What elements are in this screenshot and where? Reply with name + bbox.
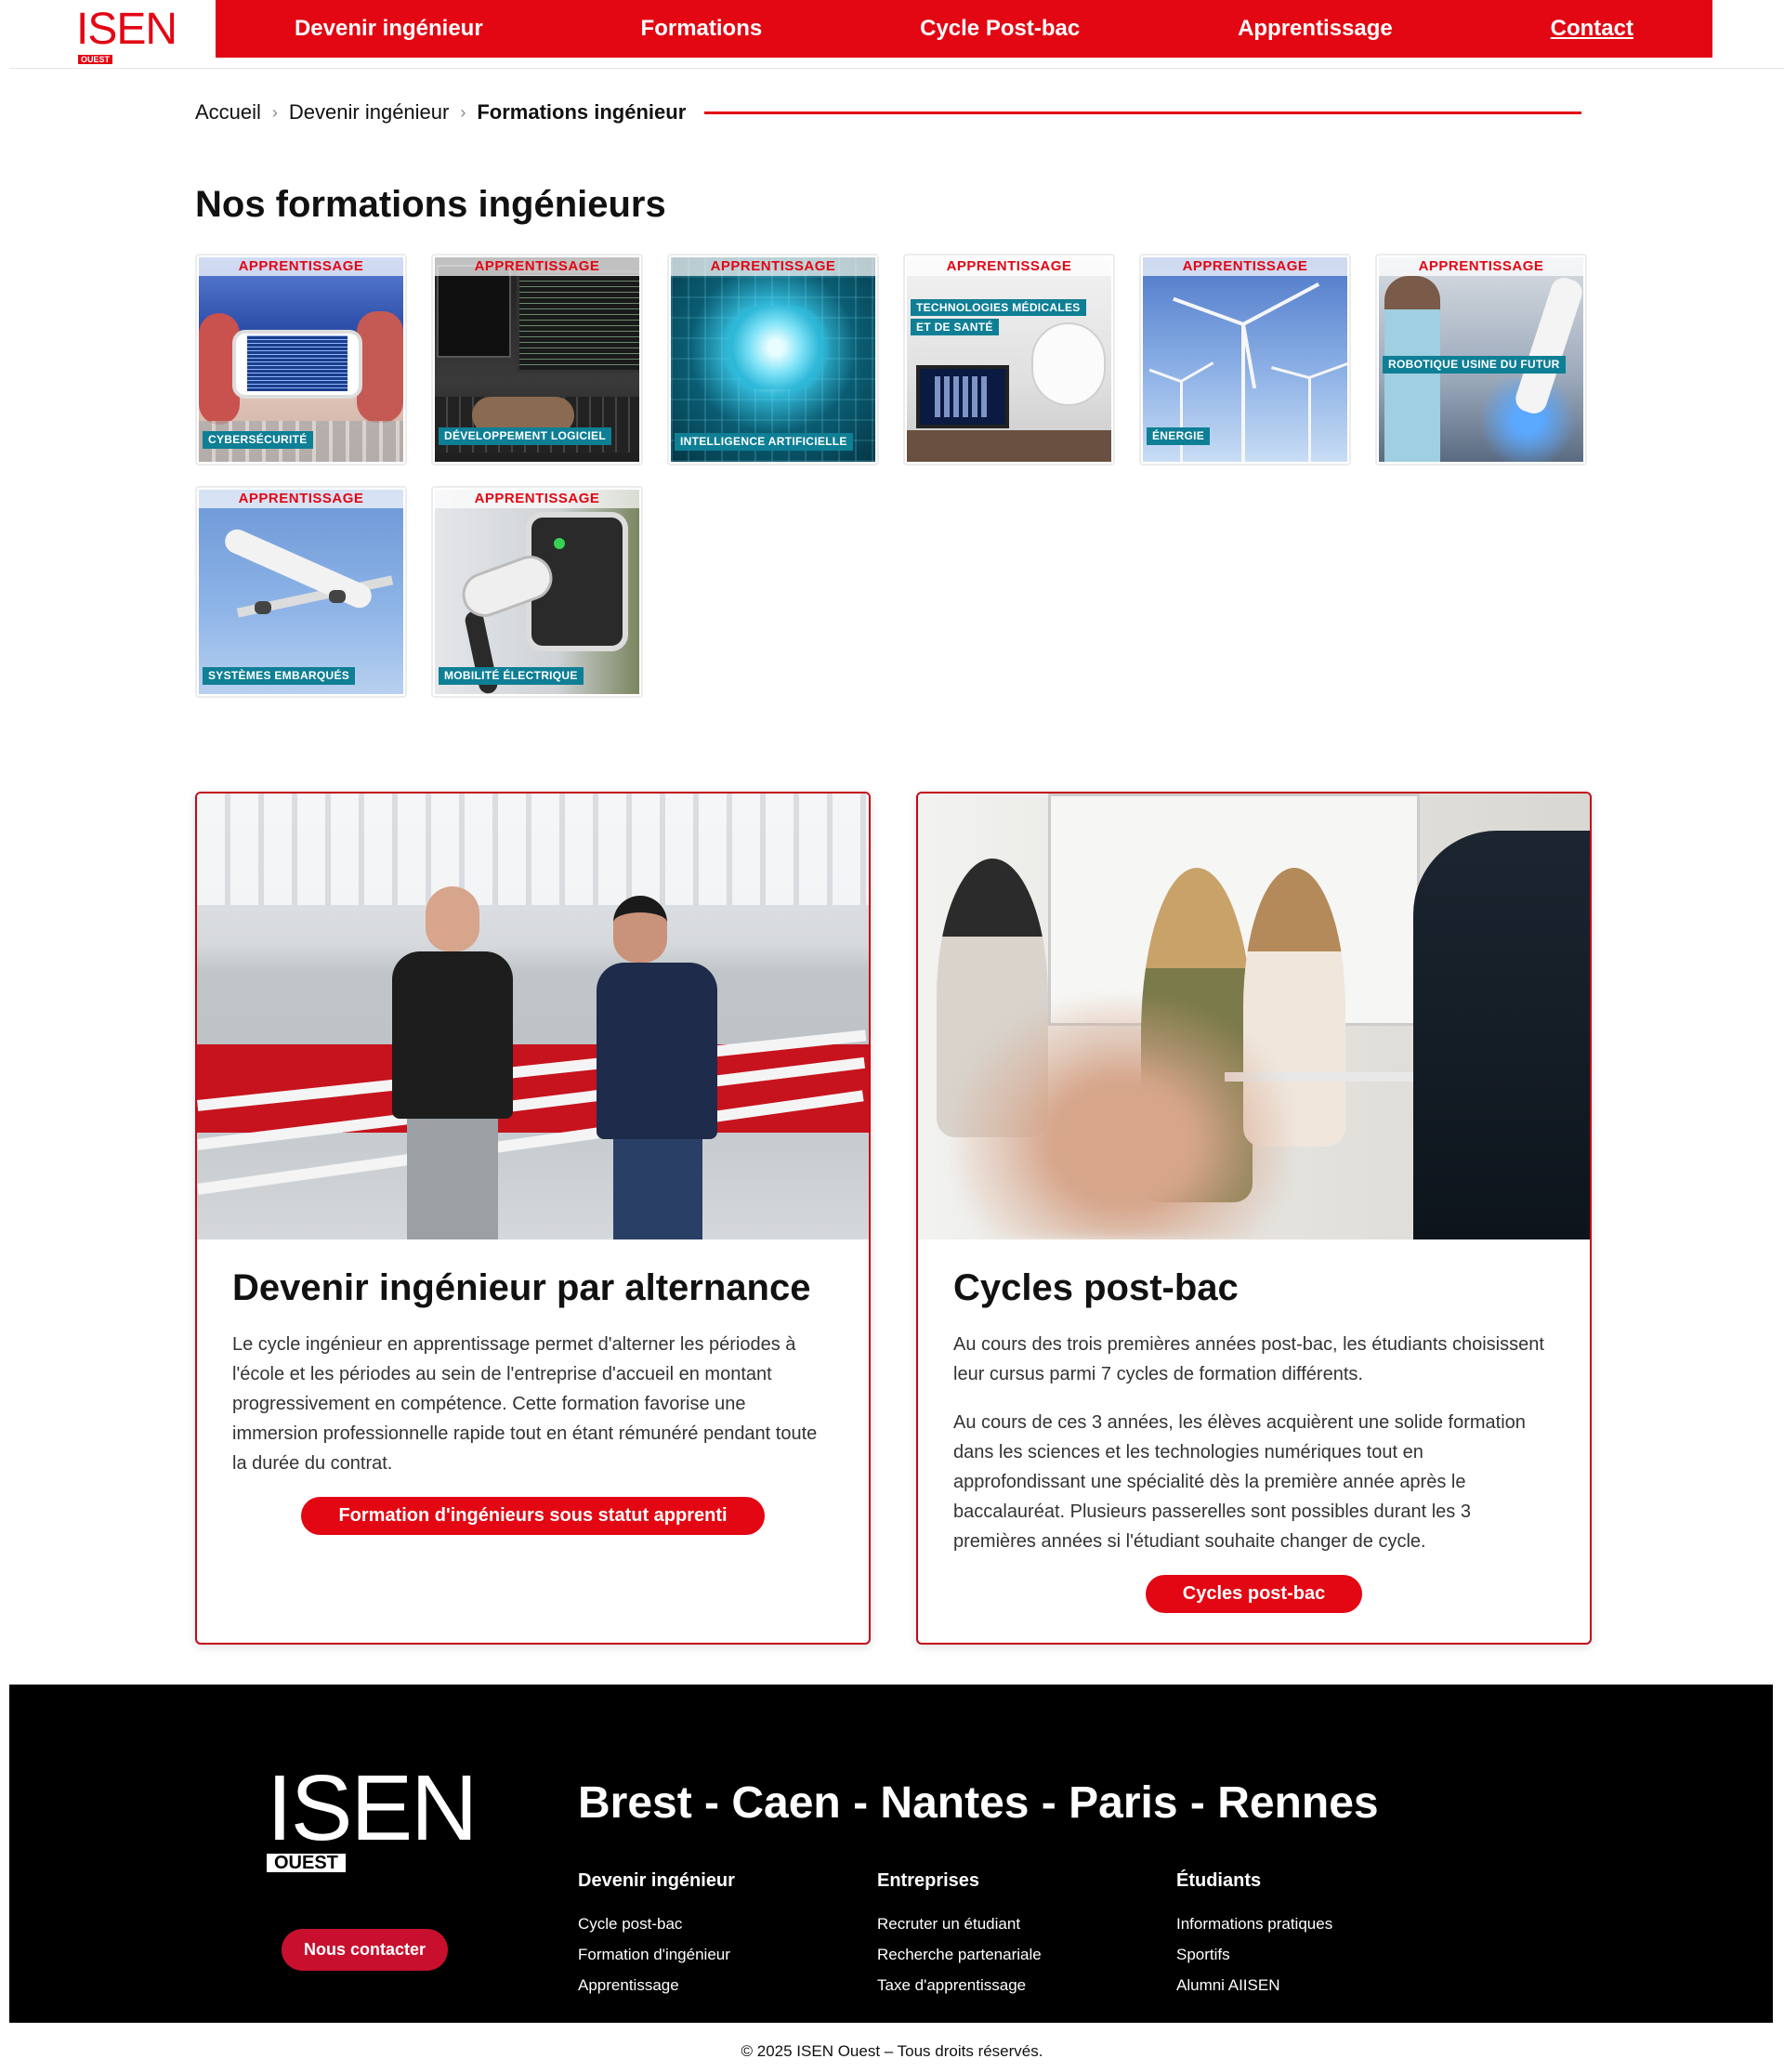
- tile-tag: APPRENTISSAGE: [435, 257, 639, 276]
- tile-tag: APPRENTISSAGE: [199, 257, 403, 276]
- tile-label: ÉNERGIE: [1147, 427, 1211, 445]
- tile-developpement-logiciel[interactable]: APPRENTISSAGE DÉVELOPPEMENT LOGICIEL: [431, 254, 643, 466]
- footer-link[interactable]: Cycle post-bac: [578, 1908, 735, 1939]
- footer-link[interactable]: Recruter un étudiant: [877, 1908, 1042, 1939]
- footer-column-title: Étudiants: [1176, 1870, 1262, 1891]
- breadcrumb-devenir-ingenieur[interactable]: Devenir ingénieur: [289, 100, 449, 125]
- medical-scanner-image: APPRENTISSAGE TECHNOLOGIES MÉDICALES ET …: [907, 257, 1111, 462]
- wind-turbines-image: APPRENTISSAGE ÉNERGIE: [1143, 257, 1347, 462]
- footer-column-title: Entreprises: [877, 1870, 980, 1891]
- footer-column-devenir-ingenieur: Devenir ingénieur Cycle post-bac Formati…: [578, 1870, 735, 2000]
- footer-link[interactable]: Formation d'ingénieur: [578, 1939, 735, 1970]
- tile-tag: APPRENTISSAGE: [435, 490, 639, 508]
- footer-logo-subtext: OUEST: [267, 1854, 346, 1872]
- developer-workstation-image: APPRENTISSAGE DÉVELOPPEMENT LOGICIEL: [435, 257, 639, 462]
- tile-robotique[interactable]: APPRENTISSAGE ROBOTIQUE USINE DU FUTUR: [1375, 254, 1587, 466]
- tile-technologies-medicales[interactable]: APPRENTISSAGE TECHNOLOGIES MÉDICALES ET …: [903, 254, 1115, 466]
- nav-formations[interactable]: Formations: [641, 16, 763, 42]
- card-alternance: Devenir ingénieur par alternance Le cycl…: [195, 792, 871, 1645]
- classroom-students-photo: [918, 793, 1590, 1239]
- tile-tag: APPRENTISSAGE: [1143, 257, 1347, 276]
- contact-us-button[interactable]: Nous contacter: [282, 1929, 449, 1971]
- tile-label: ROBOTIQUE USINE DU FUTUR: [1383, 356, 1566, 374]
- nav-contact[interactable]: Contact: [1551, 16, 1633, 42]
- students-balcony-photo: [197, 793, 869, 1239]
- tile-label: DÉVELOPPEMENT LOGICIEL: [439, 427, 611, 445]
- tile-mobilite-electrique[interactable]: APPRENTISSAGE MOBILITÉ ÉLECTRIQUE: [431, 486, 643, 698]
- footer-column-title: Devenir ingénieur: [578, 1870, 735, 1891]
- card-paragraph: Au cours de ces 3 années, les élèves acq…: [953, 1412, 1526, 1552]
- footer-link[interactable]: Sportifs: [1176, 1939, 1332, 1970]
- tile-label: INTELLIGENCE ARTIFICIELLE: [675, 433, 853, 451]
- breadcrumb-accueil[interactable]: Accueil: [195, 100, 261, 125]
- tile-label: CYBERSÉCURITÉ: [203, 431, 313, 449]
- footer-isen-logo[interactable]: ISEN OUEST: [267, 1756, 478, 1873]
- tile-label: SYSTÈMES EMBARQUÉS: [203, 667, 356, 685]
- tile-tag: APPRENTISSAGE: [671, 257, 875, 276]
- footer-link[interactable]: Alumni AIISEN: [1176, 1970, 1332, 2000]
- footer-link[interactable]: Taxe d'apprentissage: [877, 1970, 1042, 2000]
- nav-devenir-ingenieur[interactable]: Devenir ingénieur: [295, 16, 483, 42]
- footer-column-etudiants: Étudiants Informations pratiques Sportif…: [1176, 1870, 1332, 2000]
- ev-charger-image: APPRENTISSAGE MOBILITÉ ÉLECTRIQUE: [435, 490, 639, 694]
- airplane-image: APPRENTISSAGE SYSTÈMES EMBARQUÉS: [199, 490, 403, 694]
- cycles-post-bac-button[interactable]: Cycles post-bac: [1145, 1575, 1363, 1613]
- footer-column-entreprises: Entreprises Recruter un étudiant Recherc…: [877, 1870, 1042, 2000]
- site-footer: ISEN OUEST Nous contacter Brest - Caen -…: [9, 1685, 1773, 2023]
- card-paragraph: Au cours des trois premières années post…: [953, 1334, 1544, 1384]
- site-header: ISEN OUEST Devenir ingénieur Formations …: [9, 0, 1784, 69]
- card-title: Cycles post-bac: [953, 1267, 1239, 1308]
- tile-tag: APPRENTISSAGE: [907, 257, 1111, 276]
- card-paragraph: Le cycle ingénieur en apprentissage perm…: [232, 1334, 818, 1474]
- footer-link[interactable]: Apprentissage: [578, 1970, 735, 2000]
- campus-cities: Brest - Caen - Nantes - Paris - Rennes: [578, 1778, 1379, 1828]
- nav-cycle-post-bac[interactable]: Cycle Post-bac: [920, 16, 1080, 42]
- tile-cybersecurite[interactable]: APPRENTISSAGE CYBERSÉCURITÉ: [195, 254, 407, 466]
- tile-tag: APPRENTISSAGE: [1379, 257, 1583, 276]
- phone-code-image: APPRENTISSAGE CYBERSÉCURITÉ: [199, 257, 403, 462]
- footer-link[interactable]: Informations pratiques: [1176, 1908, 1332, 1939]
- breadcrumb-divider: [704, 111, 1582, 114]
- logo-subtext: OUEST: [78, 55, 113, 64]
- tile-systemes-embarques[interactable]: APPRENTISSAGE SYSTÈMES EMBARQUÉS: [195, 486, 407, 698]
- footer-link[interactable]: Recherche partenariale: [877, 1939, 1042, 1970]
- digital-brain-image: APPRENTISSAGE INTELLIGENCE ARTIFICIELLE: [671, 257, 875, 462]
- breadcrumb-current: Formations ingénieur: [477, 100, 687, 124]
- tile-tag: APPRENTISSAGE: [199, 490, 403, 508]
- tile-energie[interactable]: APPRENTISSAGE ÉNERGIE: [1139, 254, 1351, 466]
- footer-logo-text: ISEN: [267, 1756, 478, 1860]
- logo-text: ISEN: [76, 5, 177, 54]
- apprentice-training-button[interactable]: Formation d'ingénieurs sous statut appre…: [301, 1497, 765, 1535]
- tile-intelligence-artificielle[interactable]: APPRENTISSAGE INTELLIGENCE ARTIFICIELLE: [667, 254, 879, 466]
- breadcrumb-separator-icon: ›: [460, 102, 466, 122]
- tile-label: MOBILITÉ ÉLECTRIQUE: [439, 667, 584, 685]
- robot-arm-image: APPRENTISSAGE ROBOTIQUE USINE DU FUTUR: [1379, 257, 1583, 462]
- tile-label: TECHNOLOGIES MÉDICALES ET DE SANTÉ: [911, 298, 1089, 337]
- card-cycles-post-bac: Cycles post-bac Au cours des trois premi…: [916, 792, 1592, 1645]
- breadcrumb-separator-icon: ›: [271, 102, 278, 122]
- breadcrumb: Accueil › Devenir ingénieur › Formations…: [195, 100, 1589, 125]
- main-navigation: Devenir ingénieur Formations Cycle Post-…: [216, 0, 1712, 58]
- isen-logo[interactable]: ISEN OUEST: [76, 5, 178, 65]
- nav-apprentissage[interactable]: Apprentissage: [1238, 16, 1393, 42]
- page-title: Nos formations ingénieurs: [195, 184, 666, 225]
- card-title: Devenir ingénieur par alternance: [232, 1267, 811, 1308]
- copyright-notice: © 2025 ISEN Ouest – Tous droits réservés…: [741, 2042, 1043, 2060]
